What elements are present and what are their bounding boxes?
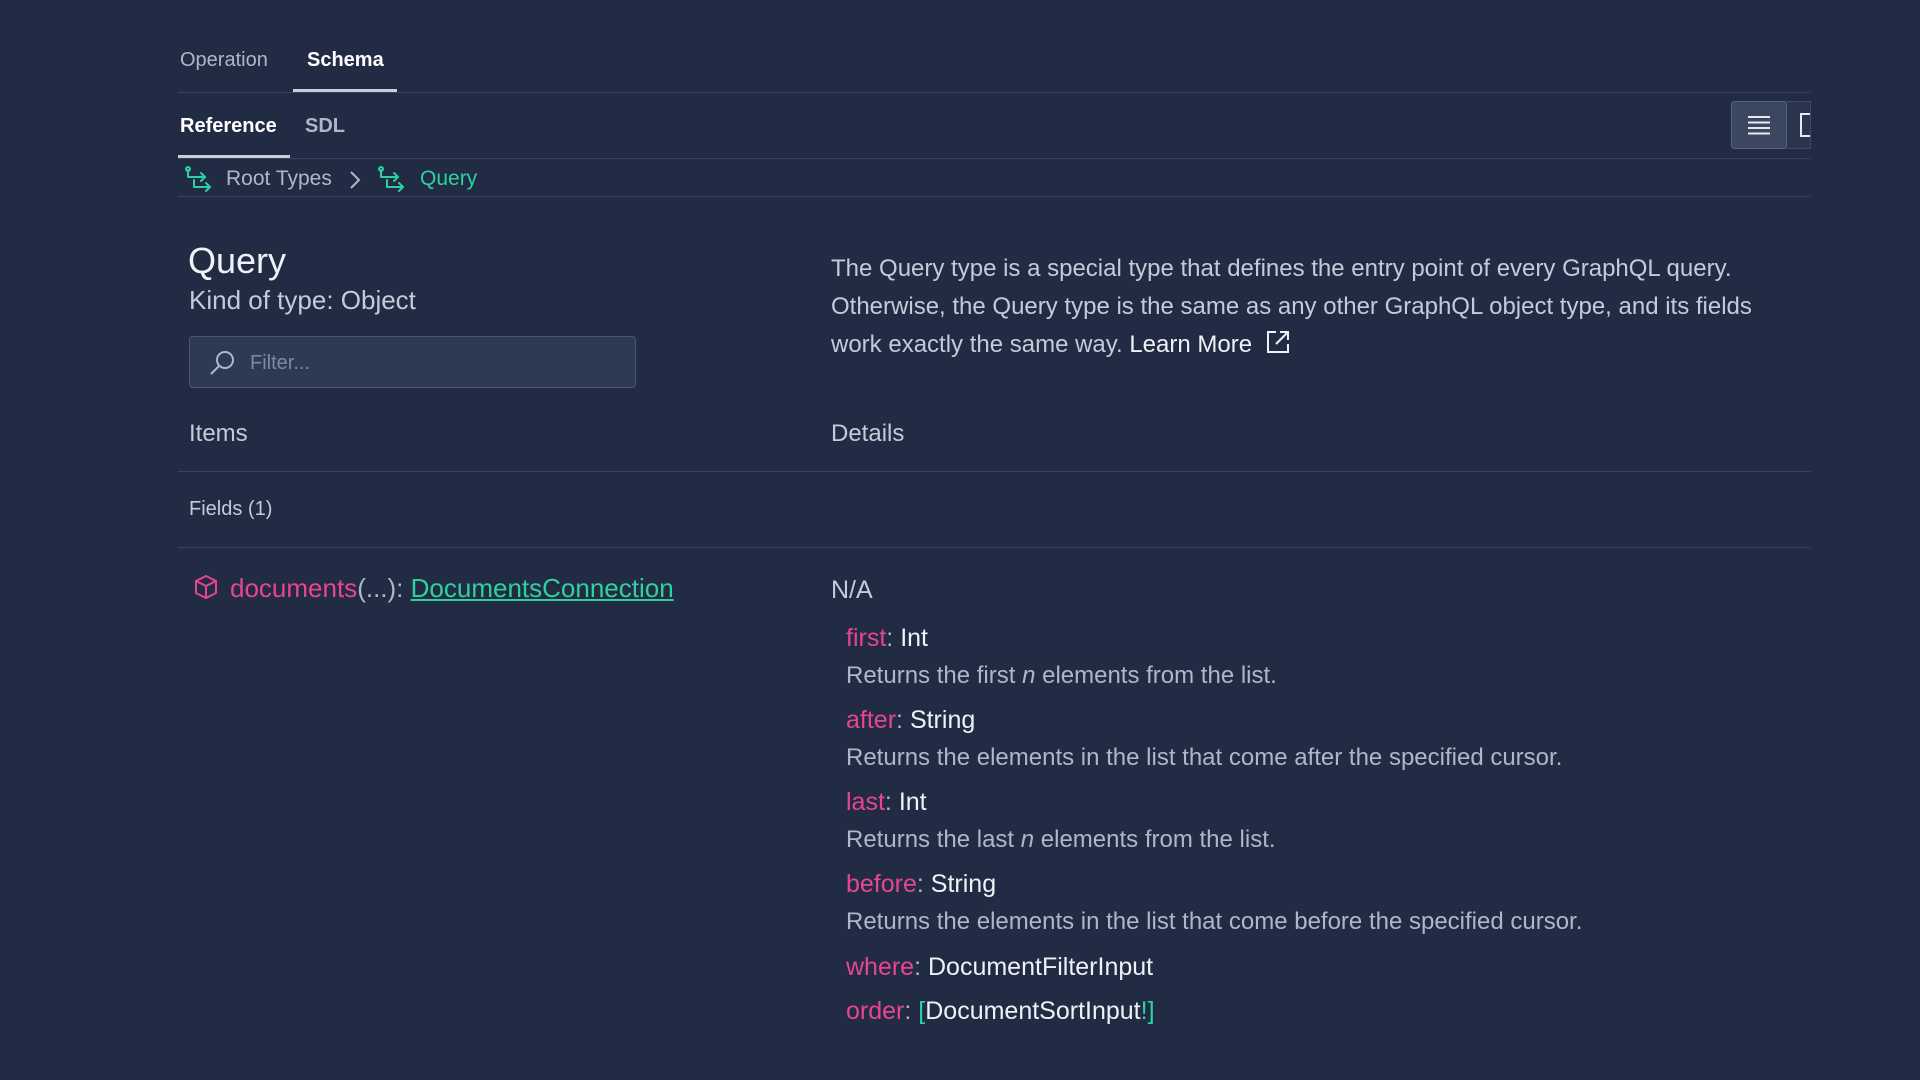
column-view-icon xyxy=(1800,113,1810,137)
argument-first: first: Int xyxy=(846,624,928,652)
learn-more-link[interactable]: Learn More xyxy=(1129,331,1252,358)
divider xyxy=(178,196,1811,197)
chevron-right-icon xyxy=(350,171,361,189)
argument-name: last xyxy=(846,788,885,816)
filter-input[interactable] xyxy=(248,337,622,389)
divider xyxy=(178,547,1811,548)
field-name: documents xyxy=(230,573,358,603)
field-args: (...): xyxy=(357,573,411,603)
argument-type: String xyxy=(909,706,976,734)
argument-after-description: Returns the elements in the list that co… xyxy=(846,744,1563,771)
argument-name: where xyxy=(846,953,915,981)
argument-after: after: String xyxy=(846,706,976,734)
argument-first-description: Returns the first n elements from the li… xyxy=(846,662,1277,689)
field-type-link[interactable]: DocumentsConnection xyxy=(411,573,674,603)
breadcrumb-root-types[interactable]: Root Types xyxy=(226,167,332,191)
argument-name: order xyxy=(846,997,905,1025)
type-description: The Query type is a special type that de… xyxy=(831,250,1791,364)
external-link-icon[interactable] xyxy=(1265,329,1291,355)
type-title: Query xyxy=(188,240,287,281)
fields-section-header: Fields (1) xyxy=(189,498,273,520)
argument-last: last: Int xyxy=(846,788,927,816)
filter-box[interactable] xyxy=(189,336,636,389)
argument-type: Int xyxy=(898,788,927,816)
argument-type: Int xyxy=(900,624,928,652)
divider xyxy=(178,158,1811,159)
argument-name: before xyxy=(846,870,917,898)
query-type-icon xyxy=(378,166,404,192)
argument-where: where: DocumentFilterInput xyxy=(846,953,1154,981)
argument-name: after xyxy=(846,706,897,734)
type-description-text: The Query type is a special type that de… xyxy=(831,255,1752,358)
breadcrumb-current[interactable]: Query xyxy=(420,167,477,191)
search-icon xyxy=(210,351,234,375)
tab-operation[interactable]: Operation xyxy=(180,49,268,72)
argument-before: before: String xyxy=(846,870,997,898)
tab-sdl[interactable]: SDL xyxy=(305,115,345,138)
details-column-header: Details xyxy=(831,420,905,447)
divider xyxy=(178,471,1811,472)
argument-before-description: Returns the elements in the list that co… xyxy=(846,908,1583,935)
items-column-header: Items xyxy=(189,420,248,447)
column-view-button[interactable] xyxy=(1787,101,1811,149)
list-view-button[interactable] xyxy=(1731,101,1787,149)
type-kind: Kind of type: Object xyxy=(189,285,416,315)
tab-reference[interactable]: Reference xyxy=(180,115,277,138)
list-view-icon xyxy=(1748,116,1770,135)
tab-schema[interactable]: Schema xyxy=(307,49,384,72)
divider xyxy=(178,92,1811,93)
field-details: N/A xyxy=(831,576,873,604)
cube-icon xyxy=(195,575,217,599)
argument-type: String xyxy=(930,870,997,898)
argument-last-description: Returns the last n elements from the lis… xyxy=(846,826,1276,853)
argument-order: order: [DocumentSortInput!] xyxy=(846,997,1155,1025)
argument-list-close: !] xyxy=(1140,997,1155,1025)
argument-type: DocumentFilterInput xyxy=(928,953,1154,981)
field-row[interactable]: documents(...): DocumentsConnection xyxy=(194,573,674,604)
root-types-icon xyxy=(185,166,211,192)
argument-name: first xyxy=(846,624,887,652)
argument-type: DocumentSortInput xyxy=(925,997,1141,1025)
